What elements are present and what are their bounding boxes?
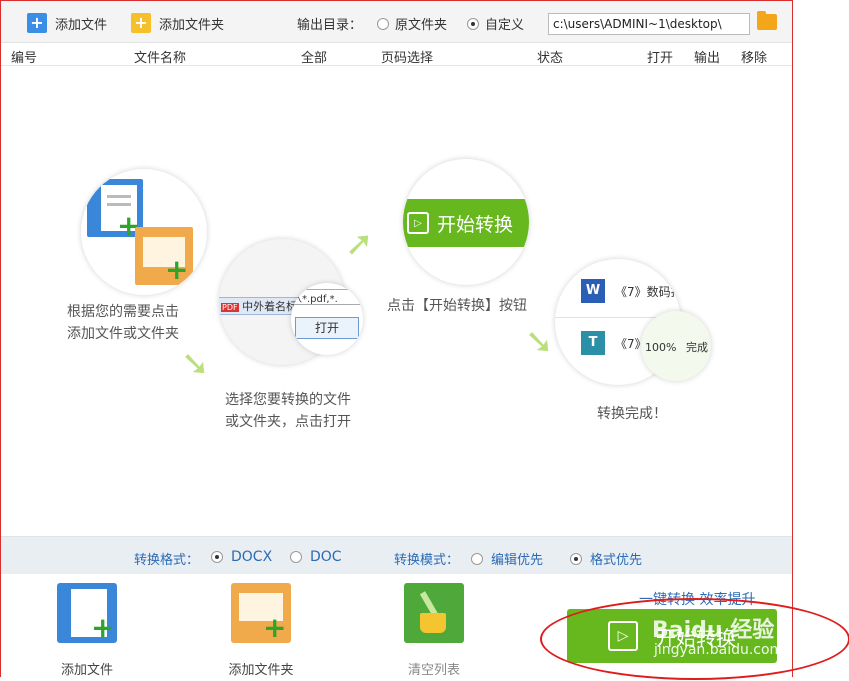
start-button-illustration: ▷ 开始转换 bbox=[403, 199, 529, 247]
arrow-icon: ➘ bbox=[181, 344, 210, 384]
arrow-icon: ➘ bbox=[525, 322, 554, 362]
bottom-add-folder-button[interactable]: + 添加文件夹 bbox=[221, 583, 301, 678]
watermark-logo: Baidu 经验 bbox=[652, 618, 775, 643]
step1-caption: 根据您的需要点击 添加文件或文件夹 bbox=[67, 304, 179, 342]
add-file-icon: + bbox=[57, 583, 117, 644]
arrow-icon: ➚ bbox=[345, 224, 374, 264]
file-icon: T bbox=[581, 331, 605, 355]
step2-caption: 选择您要转换的文件 或文件夹，点击打开 bbox=[225, 392, 351, 430]
col-output: 输出 bbox=[694, 51, 721, 66]
add-folder-icon: + bbox=[131, 13, 151, 33]
radio-icon bbox=[471, 552, 483, 565]
step3-illustration: ▷ 开始转换 bbox=[403, 159, 529, 285]
radio-custom-folder[interactable]: 自定义 bbox=[467, 14, 524, 33]
folder-add-icon: + bbox=[135, 227, 193, 286]
col-open: 打开 bbox=[647, 51, 674, 66]
step2-zoom: 八*.pdf,*. 打开 bbox=[291, 283, 363, 355]
step4-caption: 转换完成！ bbox=[597, 406, 667, 422]
radio-icon bbox=[290, 551, 302, 563]
col-number: 编号 bbox=[11, 51, 38, 66]
radio-original-folder[interactable]: 原文件夹 bbox=[377, 14, 447, 33]
play-icon: ▷ bbox=[407, 212, 429, 234]
add-file-button[interactable]: + 添加文件 bbox=[27, 11, 107, 35]
output-path-field[interactable]: c:\users\ADMINI~1\desktop\ bbox=[548, 13, 750, 35]
step4-zoom: 100% 完成 bbox=[641, 311, 711, 381]
word-icon: W bbox=[581, 279, 605, 303]
file-list-header: 编号 文件名称 全部 页码选择 状态 打开 输出 移除 bbox=[1, 44, 792, 66]
bottom-add-file-button[interactable]: + 添加文件 bbox=[47, 583, 127, 678]
output-dir-label: 输出目录： bbox=[297, 18, 363, 33]
add-file-icon: + bbox=[27, 13, 47, 33]
col-remove: 移除 bbox=[741, 51, 768, 66]
watermark-url: jingyan.baidu.com bbox=[654, 642, 784, 658]
add-folder-button[interactable]: + 添加文件夹 bbox=[131, 11, 224, 35]
toolbar: + 添加文件 + 添加文件夹 输出目录： 原文件夹 自定义 c:\users\A… bbox=[1, 1, 792, 43]
format-docx-radio[interactable]: DOCX bbox=[211, 549, 272, 565]
col-page-select: 页码选择 bbox=[381, 51, 434, 66]
radio-icon bbox=[377, 17, 389, 30]
col-all[interactable]: 全部 bbox=[301, 47, 327, 66]
step1-illustration: + + bbox=[81, 169, 207, 295]
options-bar: 转换格式： DOCX DOC 转换模式： 编辑优先 格式优先 bbox=[1, 536, 792, 574]
browse-folder-icon[interactable] bbox=[757, 11, 777, 30]
radio-selected-icon bbox=[570, 552, 582, 565]
mode-format-first-radio[interactable]: 格式优先 bbox=[570, 549, 642, 568]
col-status: 状态 bbox=[537, 51, 564, 66]
radio-selected-icon bbox=[211, 551, 223, 563]
col-filename: 文件名称 bbox=[134, 51, 187, 66]
app-window: + 添加文件 + 添加文件夹 输出目录： 原文件夹 自定义 c:\users\A… bbox=[0, 0, 793, 678]
add-folder-icon: + bbox=[231, 583, 291, 644]
radio-selected-icon bbox=[467, 17, 479, 30]
broom-icon bbox=[404, 583, 464, 643]
format-doc-radio[interactable]: DOC bbox=[290, 549, 342, 565]
open-button-illustration: 打开 bbox=[295, 317, 359, 339]
step3-caption: 点击【开始转换】按钮 bbox=[387, 298, 527, 314]
clear-list-button[interactable]: 清空列表 bbox=[394, 583, 474, 678]
mode-edit-first-radio[interactable]: 编辑优先 bbox=[471, 549, 543, 568]
